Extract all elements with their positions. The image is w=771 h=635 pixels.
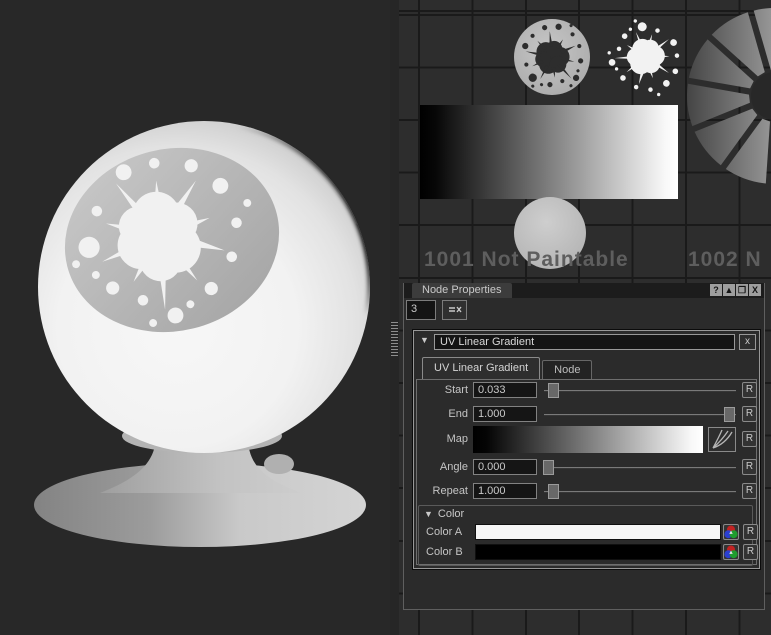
repeat-slider[interactable]	[542, 483, 738, 500]
panel-title: Node Properties	[412, 283, 512, 298]
start-slider[interactable]	[542, 382, 738, 399]
map-curve-editor-button[interactable]	[708, 427, 736, 452]
angle-reset-button[interactable]: R	[742, 459, 757, 475]
node-close-button[interactable]: x	[739, 334, 756, 350]
float-window-icon[interactable]: ❐	[736, 284, 748, 296]
color-a-label: Color A	[426, 524, 462, 541]
map-gradient-preview[interactable]	[473, 426, 703, 453]
color-a-swatch[interactable]	[475, 524, 721, 540]
angle-label: Angle	[418, 459, 468, 476]
slider-handle[interactable]	[543, 460, 554, 475]
texture-linear-gradient	[420, 105, 678, 199]
end-value-field[interactable]: 1.000	[473, 406, 537, 422]
color-b-swatch[interactable]	[475, 544, 721, 560]
slider-groove	[544, 414, 736, 416]
node-card: ▼ UV Linear Gradient x UV Linear Gradien…	[413, 330, 760, 569]
rgb-picker-icon	[724, 525, 738, 539]
repeat-label: Repeat	[418, 483, 468, 500]
node-tabs: UV Linear Gradient Node	[422, 357, 592, 379]
node-tab-pane: Start 0.033 R End 1.000 R	[416, 379, 757, 565]
pedestal-knob	[264, 454, 294, 474]
end-row: End 1.000 R	[418, 406, 755, 423]
mari-application-window: 1001 Not Paintable 1002 N Node Propertie…	[0, 0, 771, 635]
slider-groove	[544, 390, 736, 392]
color-b-row: Color B R	[422, 544, 749, 562]
node-properties-panel: Node Properties ? ▲ ❐ X 3 ▼ UV Linear Gr…	[403, 283, 765, 610]
end-label: End	[418, 406, 468, 423]
pin-properties-button[interactable]	[442, 300, 467, 320]
repeat-row: Repeat 1.000 R	[418, 483, 755, 500]
end-slider[interactable]	[542, 406, 738, 423]
color-a-picker-button[interactable]	[723, 524, 739, 540]
color-a-row: Color A R	[422, 524, 749, 542]
angle-slider[interactable]	[542, 459, 738, 476]
map-row: Map R	[418, 426, 755, 453]
angle-row: Angle 0.000 R	[418, 459, 755, 476]
start-label: Start	[418, 382, 468, 399]
splitter-grip-icon[interactable]	[391, 322, 398, 356]
panel-title-bar[interactable]: Node Properties ? ▲ ❐ X	[404, 283, 764, 298]
color-b-reset-button[interactable]: R	[743, 544, 758, 560]
color-group-header[interactable]: ▼ Color	[424, 508, 464, 520]
color-group-title: Color	[438, 508, 464, 520]
repeat-value-field[interactable]: 1.000	[473, 483, 537, 499]
collapse-icon[interactable]: ▲	[723, 284, 735, 296]
slider-handle[interactable]	[548, 484, 559, 499]
node-collapse-icon[interactable]: ▼	[420, 335, 429, 345]
sphere-object-render	[0, 0, 390, 635]
3d-paint-canvas[interactable]	[0, 0, 390, 635]
color-a-reset-button[interactable]: R	[743, 524, 758, 540]
curves-icon	[709, 428, 735, 451]
close-panel-icon[interactable]: X	[749, 284, 761, 296]
texture-white-splat	[602, 16, 686, 99]
node-count-field[interactable]: 3	[406, 300, 436, 320]
map-label: Map	[418, 426, 468, 453]
viewport-splitter[interactable]	[390, 0, 399, 635]
map-reset-button[interactable]: R	[742, 431, 757, 447]
panel-window-controls: ? ▲ ❐ X	[710, 284, 761, 296]
slider-handle[interactable]	[548, 383, 559, 398]
angle-value-field[interactable]: 0.000	[473, 459, 537, 475]
slider-groove	[544, 467, 736, 469]
end-reset-button[interactable]: R	[742, 406, 757, 422]
uv-tile-label-1001: 1001 Not Paintable	[424, 248, 629, 271]
pin-icon	[448, 304, 462, 316]
tab-node[interactable]: Node	[542, 360, 592, 379]
slider-handle[interactable]	[724, 407, 735, 422]
repeat-reset-button[interactable]: R	[742, 483, 757, 499]
start-reset-button[interactable]: R	[742, 382, 757, 398]
rgb-picker-icon	[724, 545, 738, 559]
color-b-label: Color B	[426, 544, 463, 561]
color-collapse-icon[interactable]: ▼	[424, 509, 433, 519]
color-group: ▼ Color Color A R	[418, 505, 753, 566]
uv-tile-label-1002: 1002 N	[688, 248, 762, 271]
start-row: Start 0.033 R	[418, 382, 755, 399]
start-value-field[interactable]: 0.033	[473, 382, 537, 398]
slider-groove	[544, 491, 736, 493]
help-icon[interactable]: ?	[710, 284, 722, 296]
node-title-field[interactable]: UV Linear Gradient	[434, 334, 735, 350]
color-b-picker-button[interactable]	[723, 544, 739, 560]
tab-uv-linear-gradient[interactable]: UV Linear Gradient	[422, 357, 540, 379]
